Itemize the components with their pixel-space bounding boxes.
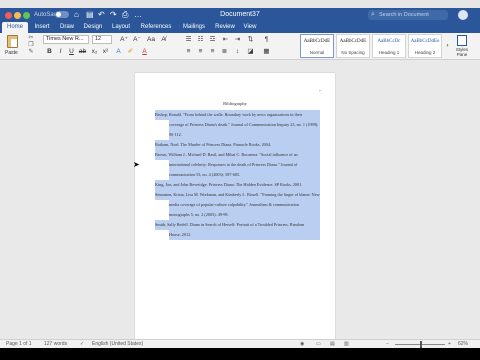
entry-line: Botham, Noel. The Murder of Princess Dia… (155, 140, 320, 150)
style-sample: AaBbCcDc (377, 39, 401, 44)
document-page[interactable]: ⌐ Bibliography Bishop, Ronald. "From beh… (135, 73, 335, 339)
clipboard-icon (7, 35, 18, 48)
paste-label: Paste (5, 50, 18, 56)
text-effects-icon[interactable]: A (114, 47, 123, 56)
document-canvas[interactable]: ⌐ Bibliography Bishop, Ronald. "From beh… (0, 60, 480, 339)
italic-icon[interactable]: I (56, 47, 65, 56)
show-formatting-icon[interactable]: ¶ (262, 35, 271, 44)
tab-view[interactable]: View (240, 22, 260, 33)
clipboard-tools: ✂ ❐ ✎ (26, 35, 36, 57)
bibliography-entry[interactable]: Brown, William J., Michael D. Basil, and… (155, 150, 320, 180)
subscript-icon[interactable]: x₂ (90, 47, 99, 56)
font-color-icon[interactable]: A (140, 47, 149, 56)
format-painter-icon[interactable]: ✎ (26, 49, 36, 56)
superscript-icon[interactable]: x² (101, 47, 110, 56)
tab-draw[interactable]: Draw (56, 22, 78, 33)
styles-pane-label: Styles Pane (455, 47, 469, 57)
style-sample: AaBbCcDdE (339, 39, 367, 44)
bibliography-entry[interactable]: Botham, Noel. The Murder of Princess Dia… (155, 140, 320, 150)
align-left-icon[interactable]: ≡ (184, 47, 193, 56)
tab-mailings[interactable]: Mailings (178, 22, 210, 33)
sort-icon[interactable]: ⇅ (246, 35, 255, 44)
copy-icon[interactable]: ❐ (26, 42, 36, 49)
cut-icon[interactable]: ✂ (26, 35, 36, 42)
bibliography-title: Bibliography (223, 101, 247, 106)
entry-line: King, Jon, and John Beveridge. Princess … (155, 180, 320, 190)
style-name: Heading 1 (378, 50, 400, 55)
entry-line: House, 2012. (169, 230, 320, 240)
entry-line: Brown, William J., Michael D. Basil, and… (155, 150, 320, 160)
search-icon: ⌕ (371, 11, 375, 18)
decrease-indent-icon[interactable]: ⇤ (221, 35, 230, 44)
entry-line: monographs 5, no. 2 (2003): 49-99. (169, 210, 320, 220)
ribbon-tab-bar: Home Insert Draw Design Layout Reference… (0, 22, 480, 33)
change-case-icon[interactable]: Aa (145, 35, 157, 44)
entry-line: media coverage of popular-culture culpab… (169, 200, 320, 210)
style-name: No Spacing (341, 50, 365, 55)
tab-review[interactable]: Review (212, 22, 238, 33)
styles-gallery-more-icon[interactable]: › (443, 41, 452, 50)
entry-line: 90-112. (169, 130, 320, 140)
paste-button[interactable]: Paste (3, 34, 25, 58)
user-account-icon[interactable] (458, 10, 468, 20)
word-window: AutoSave ⌂ ▤ ↶ ↷ ⎙ … Document37 ⌕ Search… (0, 0, 480, 360)
borders-icon[interactable]: ▦ (262, 47, 271, 56)
shrink-font-icon[interactable]: A⁻ (131, 35, 143, 44)
style-name: Normal (309, 50, 325, 55)
align-right-icon[interactable]: ≡ (208, 47, 217, 56)
tab-insert[interactable]: Insert (30, 22, 54, 33)
zoom-slider[interactable] (395, 341, 445, 348)
styles-pane-button[interactable]: Styles Pane (452, 34, 472, 58)
underline-icon[interactable]: U (67, 47, 76, 56)
zoom-slider-knob[interactable] (420, 341, 422, 348)
numbering-icon[interactable]: ☷ (196, 35, 205, 44)
page-corner-mark: ⌐ (319, 88, 322, 94)
style-heading-1[interactable]: AaBbCcDc Heading 1 (372, 34, 406, 58)
entry-line: Smith, Sally Bedell. Diana in Search of … (155, 220, 320, 230)
multilevel-list-icon[interactable]: ☲ (208, 35, 217, 44)
status-bar: Page 1 of 1 127 words ✓ English (United … (0, 339, 480, 348)
justify-icon[interactable]: ≣ (220, 47, 229, 56)
bold-icon[interactable]: B (45, 47, 54, 56)
title-bar: AutoSave ⌂ ▤ ↶ ↷ ⎙ … Document37 ⌕ Search… (0, 8, 480, 22)
strikethrough-icon[interactable]: ab (78, 47, 87, 56)
grow-font-icon[interactable]: A⁺ (118, 35, 130, 44)
entry-line: Bishop, Ronald. "From behind the walls: … (155, 110, 320, 120)
highlight-color-icon[interactable]: ✐ (126, 47, 135, 56)
entry-line: Simonton, Krista, Lisa M. Workman, and K… (155, 190, 320, 200)
font-size-select[interactable]: 12 (92, 35, 112, 44)
shading-icon[interactable]: ◪ (246, 47, 255, 56)
line-spacing-icon[interactable]: ↕ (233, 47, 242, 56)
bibliography-entry[interactable]: Bishop, Ronald. "From behind the walls: … (155, 110, 320, 140)
bibliography-entry[interactable]: King, Jon, and John Beveridge. Princess … (155, 180, 320, 190)
font-name-select[interactable]: Times New R... (43, 35, 89, 44)
search-placeholder: Search in Document (379, 12, 429, 18)
home-ribbon: Paste ✂ ❐ ✎ Times New R... 12 A⁺ A⁻ Aa A… (0, 33, 480, 60)
mouse-pointer-icon: ➤ (133, 160, 140, 169)
style-sample: AaBbCcDdE (303, 39, 331, 44)
clear-formatting-icon[interactable]: A̸ (159, 35, 168, 44)
tab-design[interactable]: Design (80, 22, 106, 33)
screen-bottom-edge (0, 348, 480, 360)
align-center-icon[interactable]: ≡ (196, 47, 205, 56)
style-sample: AaBbCcDdEe (410, 39, 440, 44)
tab-home[interactable]: Home (2, 22, 28, 33)
entry-line: coverage of Princess Diana's death." Jou… (169, 120, 320, 130)
bullets-icon[interactable]: ☰ (184, 35, 193, 44)
tab-layout[interactable]: Layout (108, 22, 134, 33)
search-document-box[interactable]: ⌕ Search in Document (368, 10, 448, 20)
bibliography-entry[interactable]: Simonton, Krista, Lisa M. Workman, and K… (155, 190, 320, 220)
styles-pane-icon (457, 35, 467, 46)
entry-line: international celebrity: Responses to th… (169, 160, 320, 170)
tab-references[interactable]: References (136, 22, 176, 33)
style-no-spacing[interactable]: AaBbCcDdE No Spacing (336, 34, 370, 58)
style-normal[interactable]: AaBbCcDdE Normal (300, 34, 334, 58)
style-name: Heading 2 (414, 50, 436, 55)
entry-line: communication 53, no. 4 (2003): 587-605. (169, 170, 320, 180)
bibliography-entry[interactable]: Smith, Sally Bedell. Diana in Search of … (155, 220, 320, 240)
style-heading-2[interactable]: AaBbCcDdEe Heading 2 (408, 34, 442, 58)
increase-indent-icon[interactable]: ⇥ (233, 35, 242, 44)
